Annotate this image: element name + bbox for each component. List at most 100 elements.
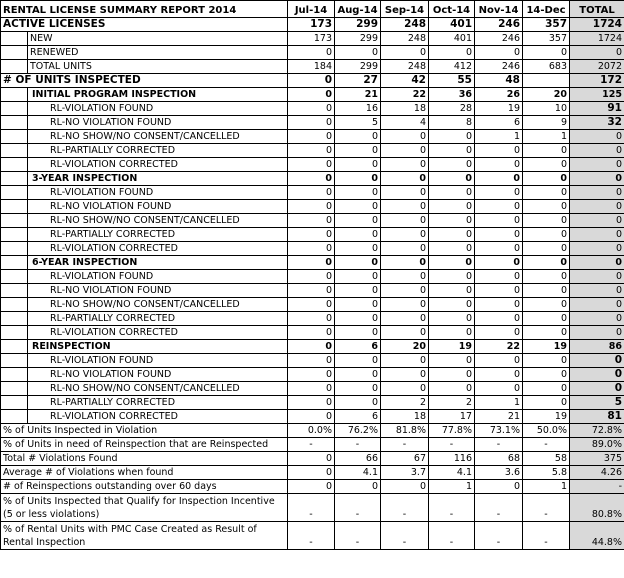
summary-value-cell: 3.7 — [380, 465, 429, 480]
value-cell: 0 — [287, 367, 335, 382]
row-label: RL-PARTIALLY CORRECTED — [27, 311, 288, 326]
value-cell: 0 — [287, 255, 335, 270]
value-cell: 0 — [522, 255, 570, 270]
value-cell: 0 — [428, 227, 475, 242]
value-cell: 0 — [380, 367, 429, 382]
row-label: RL-PARTIALLY CORRECTED — [27, 143, 288, 158]
value-cell: 0 — [474, 381, 523, 396]
value-cell: 0 — [334, 185, 381, 200]
row-label: RL-PARTIALLY CORRECTED — [27, 395, 288, 410]
value-cell: 0 — [334, 199, 381, 214]
value-cell: 0 — [428, 255, 475, 270]
value-cell: 246 — [474, 31, 523, 46]
value-cell: 0 — [522, 227, 570, 242]
total-cell: 1724 — [569, 17, 624, 32]
summary-total-cell: 72.8% — [569, 423, 624, 438]
column-header: 14-Dec — [522, 0, 570, 18]
row-label: 3-YEAR INSPECTION — [27, 171, 288, 186]
value-cell: 0 — [522, 157, 570, 172]
value-cell: 0 — [287, 115, 335, 130]
summary-value-cell: - — [522, 521, 570, 550]
value-cell: 17 — [428, 409, 475, 424]
total-cell: 0 — [569, 185, 624, 200]
value-cell: 0 — [334, 171, 381, 186]
indent-cell — [0, 353, 28, 368]
value-cell: 0 — [428, 353, 475, 368]
value-cell: 2 — [380, 395, 429, 410]
table-row: RL-PARTIALLY CORRECTED 0 0 0 0 0 0 0 — [0, 143, 624, 158]
row-label: RL-NO VIOLATION FOUND — [27, 283, 288, 298]
value-cell: 0 — [522, 213, 570, 228]
value-cell: 0 — [287, 45, 335, 60]
value-cell: 22 — [380, 87, 429, 102]
summary-value-cell: 58 — [522, 451, 570, 466]
summary-row: % of Units Inspected that Qualify for In… — [0, 493, 624, 522]
value-cell: 683 — [522, 59, 570, 74]
value-cell: 0 — [474, 213, 523, 228]
value-cell: 0 — [474, 171, 523, 186]
value-cell: 0 — [380, 129, 429, 144]
summary-value-cell: - — [474, 437, 523, 452]
value-cell: 1 — [474, 395, 523, 410]
value-cell: 6 — [334, 339, 381, 354]
summary-value-cell: - — [474, 521, 523, 550]
row-label: RL-NO VIOLATION FOUND — [27, 367, 288, 382]
value-cell: 248 — [380, 17, 429, 32]
value-cell: 0 — [428, 199, 475, 214]
value-cell: 4 — [380, 115, 429, 130]
value-cell: 0 — [334, 353, 381, 368]
value-cell: 0 — [474, 269, 523, 284]
value-cell: 0 — [334, 213, 381, 228]
value-cell: 0 — [428, 367, 475, 382]
total-cell: 0 — [569, 269, 624, 284]
value-cell: 18 — [380, 409, 429, 424]
value-cell: 0 — [334, 129, 381, 144]
table-row: RL-NO SHOW/NO CONSENT/CANCELLED 0 0 0 0 0 0 0 — [0, 297, 624, 312]
row-label: RL-NO VIOLATION FOUND — [27, 115, 288, 130]
summary-value-cell: 0 — [474, 479, 523, 494]
total-cell: 172 — [569, 73, 624, 88]
total-cell: 125 — [569, 87, 624, 102]
value-cell: 357 — [522, 17, 570, 32]
value-cell: 0 — [380, 255, 429, 270]
value-cell: 0 — [522, 241, 570, 256]
value-cell: 0 — [380, 269, 429, 284]
summary-value-cell: 77.8% — [428, 423, 475, 438]
summary-value-cell: - — [428, 493, 475, 522]
value-cell: 0 — [287, 353, 335, 368]
value-cell: 0 — [522, 171, 570, 186]
value-cell: 0 — [287, 87, 335, 102]
value-cell: 0 — [428, 157, 475, 172]
indent-cell — [0, 87, 28, 102]
value-cell: 246 — [474, 17, 523, 32]
table-row: REINSPECTION 0 6 20 19 22 19 86 — [0, 339, 624, 354]
summary-label: # of Reinspections outstanding over 60 d… — [0, 479, 288, 494]
summary-label: % of Units in need of Reinspection that … — [0, 437, 288, 452]
summary-value-cell: 67 — [380, 451, 429, 466]
value-cell: 0 — [428, 213, 475, 228]
value-cell: 21 — [474, 409, 523, 424]
value-cell: 9 — [522, 115, 570, 130]
total-cell: 0 — [569, 227, 624, 242]
value-cell: 20 — [522, 87, 570, 102]
value-cell: 0 — [334, 311, 381, 326]
value-cell: 36 — [428, 87, 475, 102]
table-row: RL-VIOLATION CORRECTED 0 0 0 0 0 0 0 — [0, 241, 624, 256]
indent-cell — [0, 367, 28, 382]
table-row: TOTAL UNITS 184 299 248 412 246 683 2072 — [0, 59, 624, 74]
value-cell: 0 — [287, 171, 335, 186]
table-row: 3-YEAR INSPECTION 0 0 0 0 0 0 0 — [0, 171, 624, 186]
table-row: RL-VIOLATION FOUND 0 16 18 28 19 10 91 — [0, 101, 624, 116]
summary-row: % of Units Inspected in Violation 0.0% 76.… — [0, 423, 624, 438]
total-cell: 0 — [569, 297, 624, 312]
value-cell: 0 — [334, 395, 381, 410]
summary-value-cell: 81.8% — [380, 423, 429, 438]
summary-value-cell: 4.1 — [334, 465, 381, 480]
summary-total-cell: 80.8% — [569, 493, 624, 522]
total-cell: 1724 — [569, 31, 624, 46]
value-cell: 0 — [474, 367, 523, 382]
value-cell: 0 — [287, 311, 335, 326]
total-cell: 0 — [569, 241, 624, 256]
value-cell: 0 — [428, 283, 475, 298]
table-row: # OF UNITS INSPECTED 0 27 42 55 48 172 — [0, 73, 624, 88]
